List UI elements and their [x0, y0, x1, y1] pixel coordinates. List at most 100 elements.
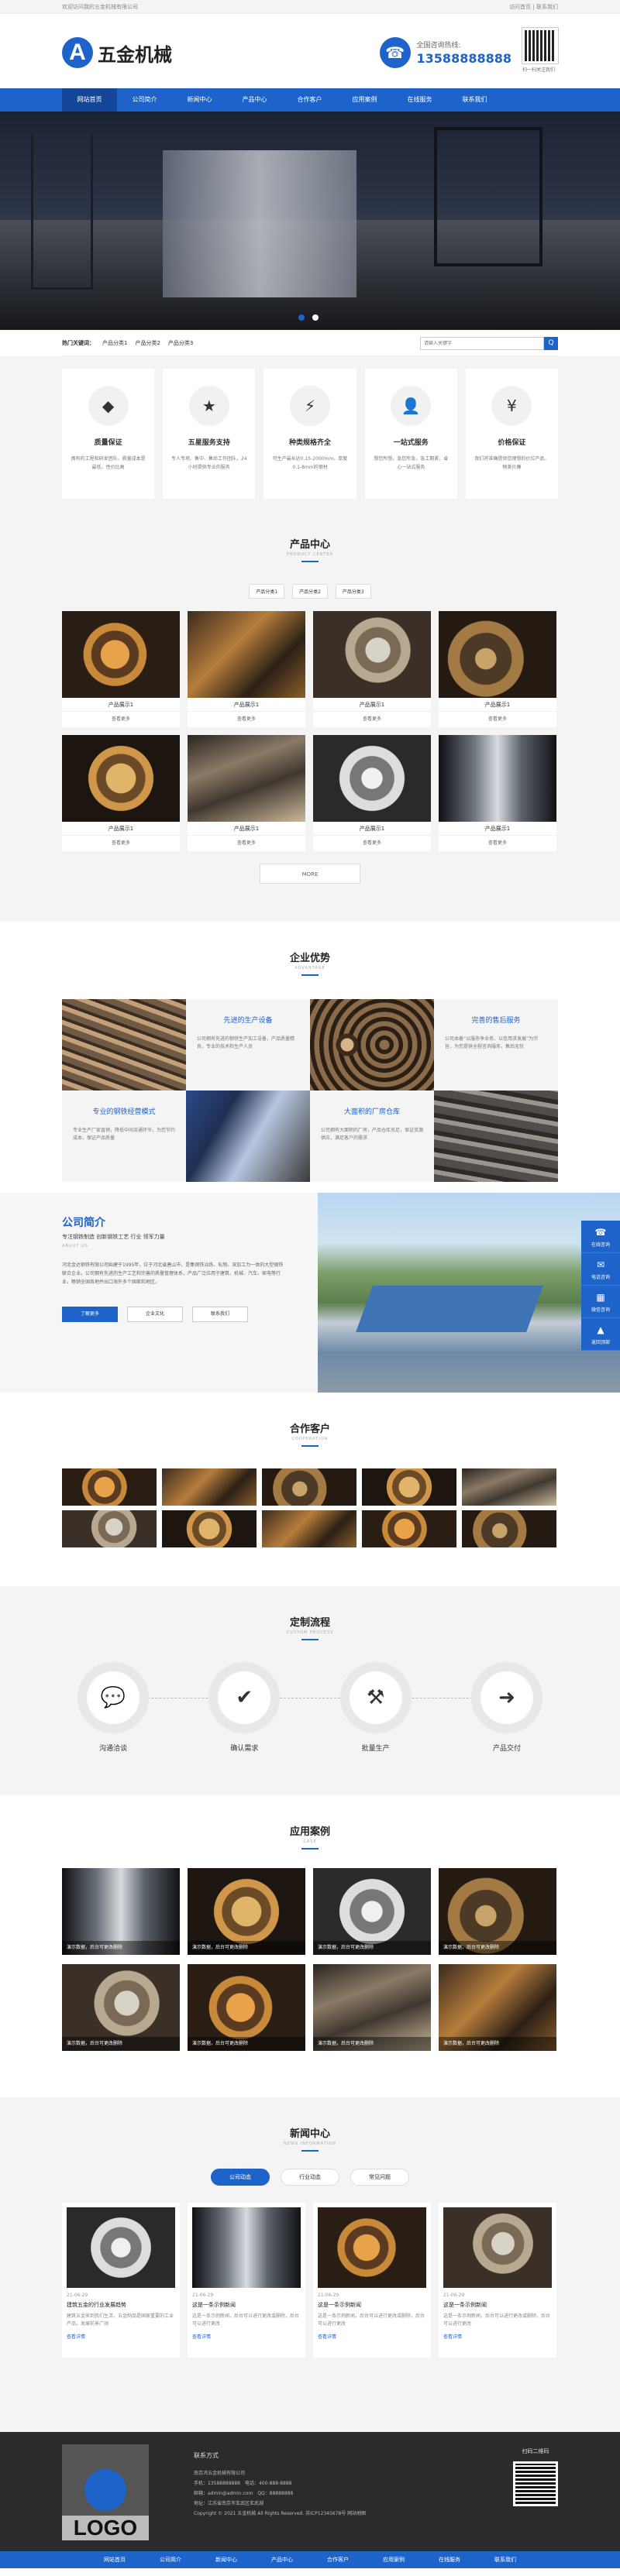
- feature-card[interactable]: ★ 五星服务支持 专人专项、售中、售后工作团队，24小时提供专业的服务: [163, 369, 256, 499]
- product-card[interactable]: 产品展示1 查看更多: [313, 611, 431, 727]
- side-item-wechat[interactable]: ▦ 微信咨询: [581, 1286, 620, 1318]
- feature-card[interactable]: ¥ 价格保证 我们将准确提供您理想的价位产品，物美价廉: [465, 369, 559, 499]
- side-item-phone[interactable]: ✉ 电话咨询: [581, 1253, 620, 1286]
- top-links[interactable]: 访问首页 | 联系我们: [509, 0, 558, 14]
- footer-nav-item[interactable]: 公司简介: [143, 2551, 198, 2568]
- advantage-card[interactable]: 先进的生产设备 公司拥有先进的钢铁生产加工设备，产品质量精良，专业的技术和生产人员: [186, 999, 310, 1091]
- nav-item-products[interactable]: 产品中心: [227, 88, 282, 112]
- keyword-link[interactable]: 产品分类1: [102, 339, 127, 347]
- learn-more-button[interactable]: 了解更多: [62, 1307, 118, 1322]
- product-card[interactable]: 产品展示1 查看更多: [313, 735, 431, 851]
- customer-logo[interactable]: [262, 1510, 356, 1547]
- keyword-link[interactable]: 产品分类3: [168, 339, 193, 347]
- footer-nav-item[interactable]: 在线服务: [422, 2551, 477, 2568]
- user-icon: 👤: [391, 386, 432, 426]
- feature-card[interactable]: 👤 一站式服务 想您所想，急您所急，急工期紧，省心一站式服务: [364, 369, 457, 499]
- customer-logo[interactable]: [162, 1468, 257, 1506]
- customer-logo[interactable]: [62, 1510, 157, 1547]
- case-card[interactable]: 演示数据，后台可更改删除: [439, 1964, 556, 2051]
- case-card[interactable]: 演示数据，后台可更改删除: [62, 1868, 180, 1955]
- culture-button[interactable]: 企业文化: [127, 1307, 183, 1322]
- product-more-link[interactable]: 查看更多: [62, 712, 180, 727]
- product-card[interactable]: 产品展示1 查看更多: [188, 611, 305, 727]
- footer-nav-item[interactable]: 合作客户: [310, 2551, 366, 2568]
- news-more-link[interactable]: 查看详情: [318, 2333, 426, 2340]
- feature-card[interactable]: ◆ 质量保证 拥有的工程和研发团队，质量成本是最低，性价比高: [62, 369, 155, 499]
- case-card[interactable]: 演示数据，后台可更改删除: [313, 1964, 431, 2051]
- advantage-image: [310, 999, 434, 1091]
- customer-logo[interactable]: [362, 1510, 456, 1547]
- nav-item-home[interactable]: 网站首页: [62, 88, 117, 112]
- advantage-title: 专业的钢铁经营模式: [92, 1108, 156, 1116]
- customer-logo[interactable]: [62, 1468, 157, 1506]
- product-more-link[interactable]: 查看更多: [313, 836, 431, 851]
- news-title[interactable]: 这是一条示例新闻: [318, 2301, 426, 2309]
- news-tab[interactable]: 常见问题: [350, 2169, 409, 2186]
- footer-nav-item[interactable]: 应用案例: [366, 2551, 422, 2568]
- footer-nav-item[interactable]: 联系我们: [477, 2551, 533, 2568]
- case-card[interactable]: 演示数据，后台可更改删除: [188, 1868, 305, 1955]
- news-card[interactable]: 21-06-29 这是一条示例新闻 这是一条示例新闻，后台可以进行更改或删除，后台可…: [188, 2203, 305, 2358]
- news-card[interactable]: 21-06-29 这是一条示例新闻 这是一条示例新闻，后台可以进行更改或删除，后台可…: [313, 2203, 431, 2358]
- news-tab[interactable]: 行业动态: [281, 2169, 339, 2186]
- news-title[interactable]: 这是一条示例新闻: [443, 2301, 552, 2309]
- product-more-link[interactable]: 查看更多: [62, 836, 180, 851]
- product-more-link[interactable]: 查看更多: [439, 712, 556, 727]
- search-input[interactable]: [420, 337, 544, 350]
- product-tab[interactable]: 产品分类1: [249, 584, 285, 599]
- nav-item-news[interactable]: 新闻中心: [172, 88, 227, 112]
- news-more-link[interactable]: 查看详情: [67, 2333, 175, 2340]
- feature-card[interactable]: ⚡ 种类规格齐全 可生产最长达0.15-2000mm，厚度0.1-8mm的钢材: [264, 369, 356, 499]
- nav-item-contact[interactable]: 联系我们: [447, 88, 502, 112]
- case-card[interactable]: 演示数据，后台可更改删除: [439, 1868, 556, 1955]
- product-more-link[interactable]: 查看更多: [188, 712, 305, 727]
- more-button[interactable]: MORE: [260, 864, 360, 884]
- nav-item-cases[interactable]: 应用案例: [337, 88, 392, 112]
- site-logo[interactable]: A 五金机械: [62, 37, 172, 68]
- case-card[interactable]: 演示数据，后台可更改删除: [62, 1964, 180, 2051]
- hero-banner[interactable]: [0, 112, 620, 330]
- product-more-link[interactable]: 查看更多: [313, 712, 431, 727]
- product-card[interactable]: 产品展示1 查看更多: [439, 735, 556, 851]
- news-title[interactable]: 这是一条示例新闻: [192, 2301, 301, 2309]
- nav-item-service[interactable]: 在线服务: [392, 88, 447, 112]
- product-card[interactable]: 产品展示1 查看更多: [62, 611, 180, 727]
- side-item-chat[interactable]: ☎ 在线咨询: [581, 1221, 620, 1253]
- news-tab[interactable]: 公司动态: [211, 2169, 270, 2186]
- side-label: 返回顶部: [591, 1340, 610, 1345]
- keyword-link[interactable]: 产品分类2: [135, 339, 160, 347]
- product-more-link[interactable]: 查看更多: [439, 836, 556, 851]
- news-card[interactable]: 21-06-29 建筑五金的行业发展趋势 建筑五金来到我们生活，五金制品是国家重要的…: [62, 2203, 180, 2358]
- customer-logo[interactable]: [362, 1468, 456, 1506]
- case-card[interactable]: 演示数据，后台可更改删除: [313, 1868, 431, 1955]
- product-tab[interactable]: 产品分类2: [292, 584, 328, 599]
- nav-item-customers[interactable]: 合作客户: [282, 88, 337, 112]
- nav-item-about[interactable]: 公司简介: [117, 88, 172, 112]
- customer-logo[interactable]: [462, 1468, 556, 1506]
- chat-icon: ☎: [594, 1227, 607, 1238]
- footer-nav-item[interactable]: 网站首页: [87, 2551, 143, 2568]
- product-card[interactable]: 产品展示1 查看更多: [188, 735, 305, 851]
- search-icon[interactable]: Q: [544, 337, 558, 350]
- case-card[interactable]: 演示数据，后台可更改删除: [188, 1964, 305, 2051]
- footer-nav-item[interactable]: 产品中心: [254, 2551, 310, 2568]
- news-more-link[interactable]: 查看详情: [443, 2333, 552, 2340]
- banner-dot[interactable]: [298, 314, 305, 321]
- product-card[interactable]: 产品展示1 查看更多: [439, 611, 556, 727]
- news-card[interactable]: 21-06-29 这是一条示例新闻 这是一条示例新闻，后台可以进行更改或删除，后台可…: [439, 2203, 556, 2358]
- customer-logo[interactable]: [262, 1468, 356, 1506]
- news-title[interactable]: 建筑五金的行业发展趋势: [67, 2301, 175, 2309]
- news-more-link[interactable]: 查看详情: [192, 2333, 301, 2340]
- product-tab[interactable]: 产品分类3: [335, 584, 371, 599]
- product-card[interactable]: 产品展示1 查看更多: [62, 735, 180, 851]
- customer-logo[interactable]: [162, 1510, 257, 1547]
- customer-logo[interactable]: [462, 1510, 556, 1547]
- footer-nav-item[interactable]: 新闻中心: [198, 2551, 254, 2568]
- banner-dot[interactable]: [312, 314, 319, 321]
- side-item-top[interactable]: ▲ 返回顶部: [581, 1318, 620, 1351]
- advantage-card[interactable]: 完善的售后服务 公司本着“以服务争业务，以信用求发展”为宗旨，为您提供全程咨询服务…: [434, 999, 558, 1091]
- contact-button[interactable]: 联系我们: [192, 1307, 248, 1322]
- product-more-link[interactable]: 查看更多: [188, 836, 305, 851]
- advantage-card[interactable]: 专业的钢铁经营模式 专业生产厂家直销，降低中间流通环节，为您节约成本，保证产品质量: [62, 1091, 186, 1182]
- advantage-card[interactable]: 大面积的厂房仓库 公司拥有大面积的厂房，产品仓库充足，保证货源供应，满足客户的需求: [310, 1091, 434, 1182]
